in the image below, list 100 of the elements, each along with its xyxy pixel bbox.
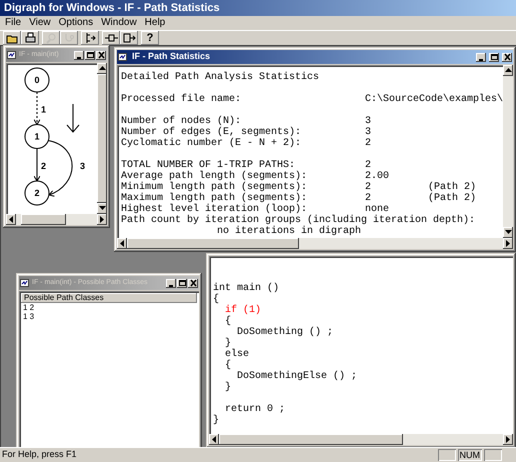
up-arrow-icon [98, 66, 106, 71]
horizontal-scrollbar[interactable] [209, 434, 513, 445]
list-item[interactable]: 1 3 [21, 312, 197, 321]
stat-label: Number of nodes (N): [121, 116, 242, 127]
code-line: { [224, 316, 232, 327]
stat-note: (Path 2) [428, 193, 476, 204]
down-arrow-icon [98, 206, 106, 211]
curve-icon [62, 32, 76, 44]
toolbar-button[interactable] [102, 31, 120, 45]
code-line: else [224, 349, 250, 360]
code-line: } [224, 338, 232, 349]
code-line: { [224, 360, 232, 371]
stat-value: 3 [365, 127, 372, 138]
window-title: IF - Path Statistics [131, 50, 212, 64]
stat-label: Processed file name: [121, 94, 242, 105]
scroll-right-button[interactable] [97, 214, 107, 225]
menu-item[interactable]: View [29, 16, 51, 30]
scroll-thumb[interactable] [219, 434, 403, 445]
scroll-down-button[interactable] [97, 203, 107, 214]
stat-label: Number of edges (E, segments): [121, 127, 302, 138]
up-arrow-icon [504, 68, 512, 73]
stat-label: TOTAL NUMBER OF 1-TRIP PATHS: [121, 160, 296, 171]
scroll-right-button[interactable] [503, 238, 513, 249]
maximize-button[interactable] [177, 278, 187, 288]
app-title-bar: Digraph for Windows - IF - Path Statistics [0, 0, 516, 16]
scroll-thumb[interactable] [127, 238, 299, 249]
toolbar-button[interactable] [81, 31, 99, 45]
scroll-left-button[interactable] [117, 238, 127, 249]
scroll-down-button[interactable] [503, 227, 513, 238]
stat-text: Path count by iteration groups (including iteration depth): [121, 215, 476, 226]
horizontal-scrollbar[interactable] [117, 238, 513, 249]
magnifier-icon [44, 32, 58, 44]
toolbar-button[interactable] [120, 31, 138, 45]
stat-label: Maximum length path (segments): [121, 193, 308, 204]
close-icon [502, 53, 512, 61]
direction-arrow [66, 104, 80, 133]
right-arrow-icon [100, 216, 104, 223]
scroll-up-button[interactable] [97, 63, 107, 74]
down-arrow-icon [504, 230, 512, 235]
stat-value: 2 [365, 160, 372, 171]
toolbar-button[interactable] [21, 31, 39, 45]
window-icon [7, 51, 16, 59]
stat-value: C:\SourceCode\examples\ [365, 94, 503, 105]
menu-item[interactable]: Options [58, 16, 94, 30]
toolbar-button[interactable] [3, 31, 21, 45]
maximize-icon [86, 51, 94, 59]
graph-edge [34, 92, 40, 125]
stat-text: Detailed Path Analysis Statistics [121, 72, 320, 83]
list-item[interactable]: 1 2 [21, 303, 197, 312]
vertical-scrollbar[interactable] [503, 65, 513, 238]
stat-value: 2 [365, 193, 372, 204]
scroll-right-button[interactable] [503, 434, 513, 445]
maximize-icon [490, 53, 498, 61]
close-button[interactable] [188, 278, 198, 288]
minimize-button[interactable] [166, 278, 176, 288]
close-button[interactable] [96, 50, 106, 60]
close-icon [96, 51, 106, 59]
edge-label: 2 [41, 160, 46, 171]
menu-item[interactable]: Window [101, 16, 137, 30]
left-arrow-icon [120, 240, 124, 247]
column-header[interactable]: Possible Path Classes [21, 293, 197, 303]
close-button[interactable] [502, 52, 512, 62]
stat-note: (Path 2) [428, 182, 476, 193]
window-icon [118, 53, 127, 61]
stat-value: 2 [365, 138, 372, 149]
scroll-thumb[interactable] [21, 214, 66, 225]
horizontal-scrollbar[interactable] [6, 214, 107, 225]
menu-item[interactable]: File [5, 16, 22, 30]
graph-edge [34, 148, 40, 182]
window-icon [20, 279, 29, 287]
status-text: For Help, press F1 [2, 448, 78, 462]
code-line: } [224, 382, 232, 393]
scroll-up-button[interactable] [503, 65, 513, 76]
maximize-button[interactable] [85, 50, 95, 60]
stat-label: Highest level iteration (loop): [121, 204, 308, 215]
minimize-button[interactable] [74, 50, 84, 60]
stat-label: Average path length (segments): [121, 171, 308, 182]
stat-value: 2 [365, 182, 372, 193]
code-line: if (1) [224, 305, 262, 316]
menu-item[interactable]: Help [144, 16, 166, 30]
scroll-left-button[interactable] [6, 214, 16, 225]
graph-node: 2 [24, 180, 50, 206]
code-line: { [213, 294, 220, 305]
status-indicator: NUM [458, 449, 482, 461]
minimize-button[interactable] [476, 52, 486, 62]
box-arrow-icon [122, 32, 136, 44]
maximize-icon [178, 279, 186, 287]
stat-text: no iterations in digraph [217, 226, 362, 237]
status-pane [438, 449, 456, 461]
right-arrow-icon [506, 436, 510, 443]
scroll-left-button[interactable] [209, 434, 219, 445]
left-arrow-icon [8, 216, 14, 223]
maximize-button[interactable] [489, 52, 499, 62]
code-line: DoSomething () ; [236, 327, 334, 338]
left-arrow-icon [212, 436, 216, 443]
toolbar-button[interactable]: ? [141, 31, 159, 45]
stat-value: 3 [365, 116, 372, 127]
bracket-arrow-icon [84, 32, 96, 44]
code-line: return 0 ; [224, 404, 286, 415]
code-line: DoSomethingElse () ; [236, 371, 358, 382]
